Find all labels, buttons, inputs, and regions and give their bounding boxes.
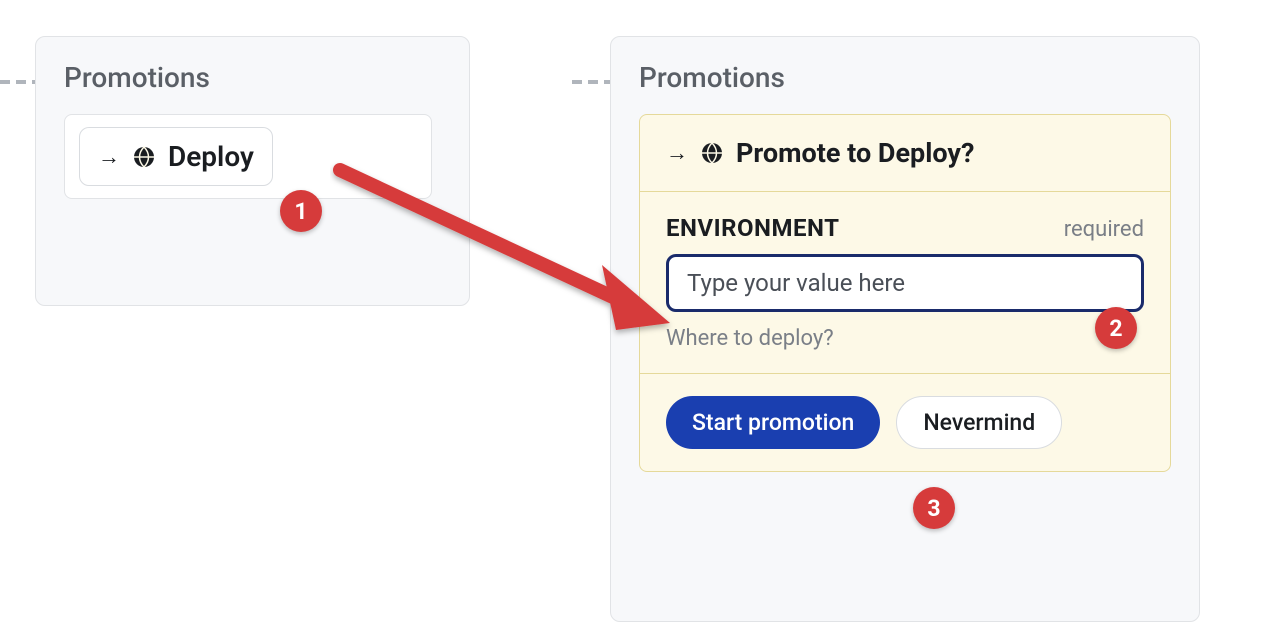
arrow-right-icon: → (98, 144, 120, 170)
field-hint: Where to deploy? (666, 326, 1144, 351)
connector-dashes (572, 80, 614, 84)
step-badge-3: 3 (913, 487, 955, 529)
deploy-button[interactable]: → Deploy (79, 127, 273, 186)
promotions-panel-collapsed: Promotions → Deploy (35, 36, 470, 306)
deploy-button-label: Deploy (168, 140, 254, 173)
promote-card: → Promote to Deploy? ENVIRONMENT require… (639, 114, 1171, 472)
promote-footer: Start promotion Nevermind (640, 374, 1170, 471)
promote-header: → Promote to Deploy? (640, 115, 1170, 192)
step-badge-1: 1 (280, 190, 322, 232)
environment-label: ENVIRONMENT (666, 214, 839, 242)
nevermind-button[interactable]: Nevermind (896, 396, 1062, 449)
start-promotion-button[interactable]: Start promotion (666, 396, 880, 449)
deploy-card: → Deploy (64, 114, 432, 199)
field-label-row: ENVIRONMENT required (666, 214, 1144, 242)
panel-title: Promotions (639, 61, 1171, 94)
required-label: required (1064, 217, 1144, 242)
globe-icon (700, 141, 724, 165)
arrow-right-icon: → (666, 140, 688, 166)
globe-icon (132, 145, 156, 169)
promote-header-title: Promote to Deploy? (736, 137, 974, 169)
panel-title: Promotions (64, 61, 441, 94)
environment-input[interactable] (666, 254, 1144, 312)
step-badge-2: 2 (1095, 307, 1137, 349)
promote-body: ENVIRONMENT required Where to deploy? (640, 192, 1170, 374)
